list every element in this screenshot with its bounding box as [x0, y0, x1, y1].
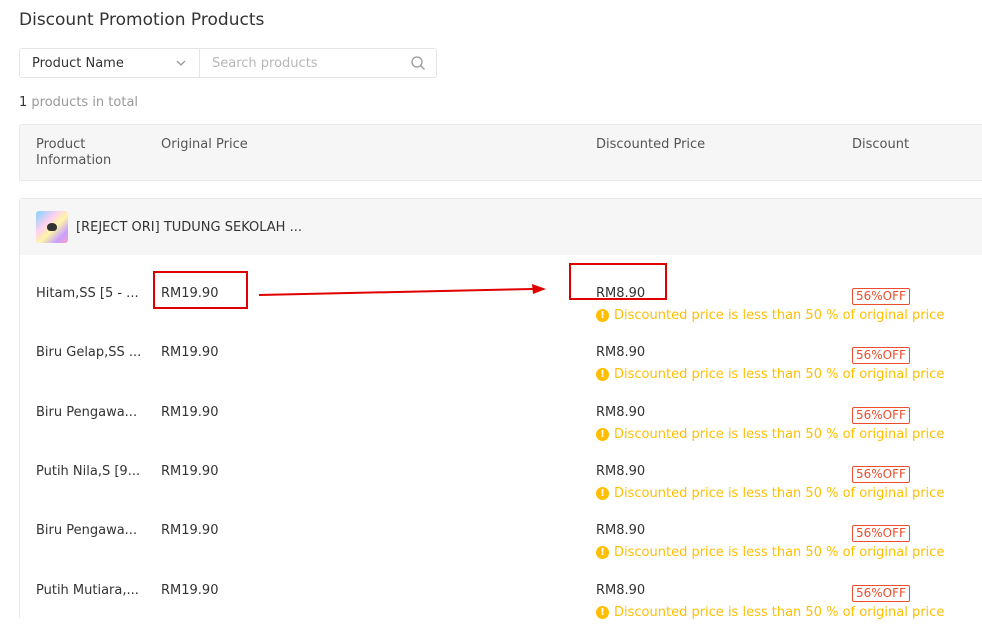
price-warning: ! Discounted price is less than 50 % of o… — [596, 605, 944, 620]
warning-icon: ! — [596, 606, 609, 619]
price-warning-text: Discounted price is less than 50 % of or… — [614, 605, 945, 620]
annotation-arrow — [258, 284, 546, 296]
